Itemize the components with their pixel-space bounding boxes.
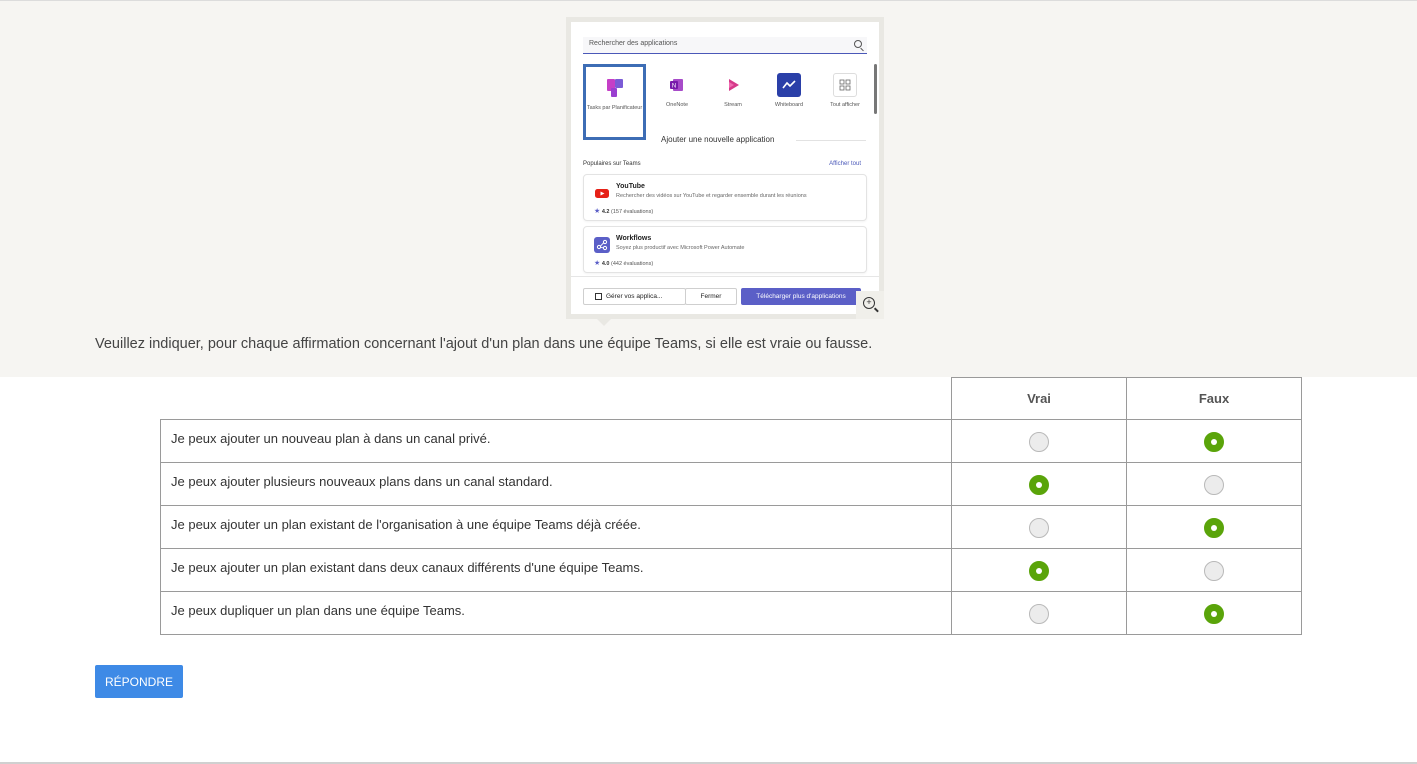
radio-faux[interactable] — [1204, 561, 1224, 581]
matrix-corner — [160, 377, 952, 420]
app-label: Tasks par Planificateur — [586, 105, 643, 111]
question-figure: Rechercher des applications Tasks par Pl… — [566, 17, 884, 326]
radio-faux[interactable] — [1204, 604, 1224, 624]
statement-text: Je peux ajouter un nouveau plan à dans u… — [160, 419, 952, 463]
grid-icon — [833, 73, 857, 97]
zoom-button[interactable]: + — [856, 291, 884, 319]
app-card-workflows: Workflows Soyez plus productif avec Micr… — [583, 226, 867, 273]
rating-count: (157 évaluations) — [611, 209, 654, 215]
radio-vrai[interactable] — [1029, 561, 1049, 581]
app-row: Tasks par Planificateur N OneNote Stream… — [583, 64, 867, 142]
app-card-description: Soyez plus productif avec Microsoft Powe… — [616, 245, 745, 251]
app-tile-planner: Tasks par Planificateur — [583, 64, 646, 140]
app-tile-stream: Stream — [705, 64, 761, 136]
table-row: Je peux ajouter un nouveau plan à dans u… — [160, 419, 1302, 463]
close-button: Fermer — [685, 288, 737, 305]
manage-apps-label: Gérer vos applica... — [606, 293, 663, 300]
app-label: Tout afficher — [830, 102, 860, 108]
app-label: Whiteboard — [774, 102, 804, 108]
see-all-link: Afficher tout — [829, 161, 861, 167]
app-tile-onenote: N OneNote — [649, 64, 705, 136]
zoom-in-icon: + — [863, 297, 875, 309]
column-header-faux: Faux — [1126, 377, 1302, 420]
teams-add-app-screenshot: Rechercher des applications Tasks par Pl… — [571, 22, 879, 314]
radio-vrai[interactable] — [1029, 604, 1049, 624]
app-card-rating: ★ 4.2 (157 évaluations) — [594, 207, 653, 215]
table-row: Je peux ajouter un plan existant dans de… — [160, 548, 1302, 592]
app-card-youtube: YouTube Rechercher des vidéos sur YouTub… — [583, 174, 867, 221]
statement-text: Je peux dupliquer un plan dans une équip… — [160, 591, 952, 635]
figure-footer: Gérer vos applica... Fermer Télécharger … — [571, 276, 879, 314]
app-label: Stream — [724, 102, 742, 108]
app-card-name: Workflows — [616, 235, 652, 242]
rating-count: (442 évaluations) — [611, 261, 654, 267]
star-icon: ★ — [594, 208, 601, 215]
download-more-apps-button: Télécharger plus d'applications — [741, 288, 861, 305]
youtube-icon — [594, 185, 610, 201]
column-header-vrai: Vrai — [951, 377, 1127, 420]
radio-vrai[interactable] — [1029, 432, 1049, 452]
radio-faux[interactable] — [1204, 475, 1224, 495]
whiteboard-icon — [777, 73, 801, 97]
onenote-icon: N — [665, 73, 689, 97]
planner-icon — [603, 76, 627, 100]
search-placeholder: Rechercher des applications — [589, 40, 678, 47]
app-card-rating: ★ 4.0 (442 évaluations) — [594, 259, 653, 267]
radio-faux[interactable] — [1204, 432, 1224, 452]
app-card-name: YouTube — [616, 183, 645, 190]
star-icon: ★ — [594, 260, 601, 267]
manage-apps-icon — [595, 293, 602, 300]
true-false-matrix: Vrai Faux Je peux ajouter un nouveau pla… — [160, 377, 1302, 635]
rating-value: 4.0 — [601, 261, 610, 267]
popular-section-title: Populaires sur Teams — [583, 161, 641, 167]
stream-icon — [721, 73, 745, 97]
table-row: Je peux ajouter un plan existant de l'or… — [160, 505, 1302, 549]
scrollbar-thumb — [874, 64, 877, 114]
statement-text: Je peux ajouter un plan existant dans de… — [160, 548, 952, 592]
divider — [796, 140, 866, 141]
app-card-description: Rechercher des vidéos sur YouTube et reg… — [616, 193, 807, 199]
add-app-heading: Ajouter une nouvelle application — [661, 135, 775, 144]
search-input: Rechercher des applications — [583, 37, 867, 54]
app-label: OneNote — [665, 102, 688, 108]
answer-button[interactable]: RÉPONDRE — [95, 665, 183, 698]
table-row: Je peux ajouter plusieurs nouveaux plans… — [160, 462, 1302, 506]
workflows-icon — [594, 237, 610, 253]
table-row: Je peux dupliquer un plan dans une équip… — [160, 591, 1302, 635]
radio-vrai[interactable] — [1029, 475, 1049, 495]
rating-value: 4.2 — [601, 209, 610, 215]
manage-apps-button: Gérer vos applica... — [583, 288, 686, 305]
radio-vrai[interactable] — [1029, 518, 1049, 538]
search-icon — [854, 40, 862, 48]
question-text: Veuillez indiquer, pour chaque affirmati… — [95, 336, 873, 352]
statement-text: Je peux ajouter un plan existant de l'or… — [160, 505, 952, 549]
app-tile-see-all: Tout afficher — [817, 64, 873, 136]
app-tile-whiteboard: Whiteboard — [761, 64, 817, 136]
statement-text: Je peux ajouter plusieurs nouveaux plans… — [160, 462, 952, 506]
svg-text:N: N — [672, 84, 676, 90]
radio-faux[interactable] — [1204, 518, 1224, 538]
